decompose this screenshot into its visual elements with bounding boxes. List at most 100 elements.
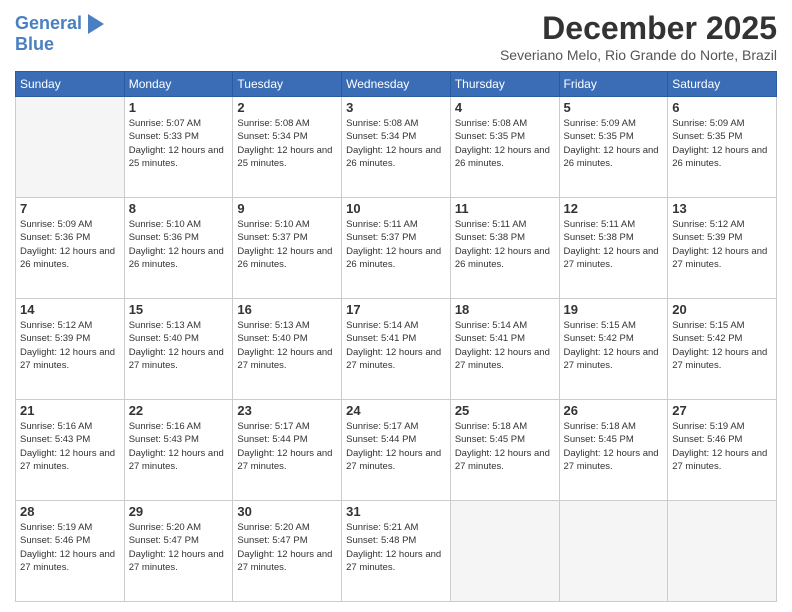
cell-1-1 bbox=[16, 97, 125, 198]
day-number: 11 bbox=[455, 201, 555, 216]
col-wednesday: Wednesday bbox=[342, 72, 451, 97]
cell-3-3: 16Sunrise: 5:13 AMSunset: 5:40 PMDayligh… bbox=[233, 299, 342, 400]
week-row-5: 28 Sunrise: 5:19 AMSunset: 5:46 PMDayligh… bbox=[16, 501, 777, 602]
cell-5-5 bbox=[450, 501, 559, 602]
cell-1-3: 2Sunrise: 5:08 AMSunset: 5:34 PMDaylight… bbox=[233, 97, 342, 198]
day-number: 22 bbox=[129, 403, 229, 418]
cell-5-4: 31Sunrise: 5:21 AMSunset: 5:48 PMDayligh… bbox=[342, 501, 451, 602]
day-info: Sunrise: 5:08 AMSunset: 5:34 PMDaylight:… bbox=[346, 117, 446, 170]
cell-2-1: 7 Sunrise: 5:09 AMSunset: 5:36 PMDaylight… bbox=[16, 198, 125, 299]
cell-2-7: 13 Sunrise: 5:12 AMSunset: 5:39 PMDayligh… bbox=[668, 198, 777, 299]
day-info: Sunrise: 5:07 AMSunset: 5:33 PMDaylight:… bbox=[129, 117, 229, 170]
day-number: 26 bbox=[564, 403, 664, 418]
day-info: Sunrise: 5:18 AMSunset: 5:45 PMDaylight:… bbox=[455, 420, 555, 473]
cell-2-4: 10 Sunrise: 5:11 AMSunset: 5:37 PMDayligh… bbox=[342, 198, 451, 299]
logo-icon bbox=[84, 10, 104, 38]
day-info: Sunrise: 5:09 AMSunset: 5:36 PMDaylight:… bbox=[20, 218, 120, 271]
cell-5-7 bbox=[668, 501, 777, 602]
day-info: Sunrise: 5:11 AMSunset: 5:37 PMDaylight:… bbox=[346, 218, 446, 271]
day-info: Sunrise: 5:15 AMSunset: 5:42 PMDaylight:… bbox=[672, 319, 772, 372]
day-number: 30 bbox=[237, 504, 337, 519]
day-info: Sunrise: 5:14 AMSunset: 5:41 PMDaylight:… bbox=[455, 319, 555, 372]
day-number: 18 bbox=[455, 302, 555, 317]
col-tuesday: Tuesday bbox=[233, 72, 342, 97]
day-info: Sunrise: 5:10 AMSunset: 5:37 PMDaylight:… bbox=[237, 218, 337, 271]
col-thursday: Thursday bbox=[450, 72, 559, 97]
day-number: 27 bbox=[672, 403, 772, 418]
day-number: 20 bbox=[672, 302, 772, 317]
day-info: Sunrise: 5:16 AMSunset: 5:43 PMDaylight:… bbox=[129, 420, 229, 473]
day-info: Sunrise: 5:11 AMSunset: 5:38 PMDaylight:… bbox=[455, 218, 555, 271]
day-number: 24 bbox=[346, 403, 446, 418]
day-info: Sunrise: 5:09 AMSunset: 5:35 PMDaylight:… bbox=[672, 117, 772, 170]
day-number: 4 bbox=[455, 100, 555, 115]
cell-3-7: 20 Sunrise: 5:15 AMSunset: 5:42 PMDayligh… bbox=[668, 299, 777, 400]
logo-text: General bbox=[15, 14, 82, 34]
title-area: December 2025 Severiano Melo, Rio Grande… bbox=[500, 10, 777, 63]
location: Severiano Melo, Rio Grande do Norte, Bra… bbox=[500, 47, 777, 63]
cell-5-6 bbox=[559, 501, 668, 602]
logo: General Blue bbox=[15, 10, 104, 55]
cell-2-6: 12Sunrise: 5:11 AMSunset: 5:38 PMDayligh… bbox=[559, 198, 668, 299]
day-info: Sunrise: 5:18 AMSunset: 5:45 PMDaylight:… bbox=[564, 420, 664, 473]
day-number: 15 bbox=[129, 302, 229, 317]
col-friday: Friday bbox=[559, 72, 668, 97]
week-row-3: 14Sunrise: 5:12 AMSunset: 5:39 PMDayligh… bbox=[16, 299, 777, 400]
day-info: Sunrise: 5:12 AMSunset: 5:39 PMDaylight:… bbox=[672, 218, 772, 271]
day-number: 9 bbox=[237, 201, 337, 216]
day-info: Sunrise: 5:08 AMSunset: 5:35 PMDaylight:… bbox=[455, 117, 555, 170]
week-row-4: 21 Sunrise: 5:16 AMSunset: 5:43 PMDayligh… bbox=[16, 400, 777, 501]
day-info: Sunrise: 5:13 AMSunset: 5:40 PMDaylight:… bbox=[129, 319, 229, 372]
cell-3-6: 19 Sunrise: 5:15 AMSunset: 5:42 PMDayligh… bbox=[559, 299, 668, 400]
day-info: Sunrise: 5:14 AMSunset: 5:41 PMDaylight:… bbox=[346, 319, 446, 372]
cell-3-5: 18 Sunrise: 5:14 AMSunset: 5:41 PMDayligh… bbox=[450, 299, 559, 400]
day-number: 16 bbox=[237, 302, 337, 317]
day-info: Sunrise: 5:16 AMSunset: 5:43 PMDaylight:… bbox=[20, 420, 120, 473]
day-number: 3 bbox=[346, 100, 446, 115]
cell-4-2: 22 Sunrise: 5:16 AMSunset: 5:43 PMDayligh… bbox=[124, 400, 233, 501]
cell-1-6: 5Sunrise: 5:09 AMSunset: 5:35 PMDaylight… bbox=[559, 97, 668, 198]
day-info: Sunrise: 5:10 AMSunset: 5:36 PMDaylight:… bbox=[129, 218, 229, 271]
day-number: 1 bbox=[129, 100, 229, 115]
cell-3-2: 15 Sunrise: 5:13 AMSunset: 5:40 PMDayligh… bbox=[124, 299, 233, 400]
calendar-table: Sunday Monday Tuesday Wednesday Thursday… bbox=[15, 71, 777, 602]
day-number: 5 bbox=[564, 100, 664, 115]
month-title: December 2025 bbox=[500, 10, 777, 47]
day-info: Sunrise: 5:08 AMSunset: 5:34 PMDaylight:… bbox=[237, 117, 337, 170]
day-number: 6 bbox=[672, 100, 772, 115]
day-info: Sunrise: 5:17 AMSunset: 5:44 PMDaylight:… bbox=[237, 420, 337, 473]
day-number: 17 bbox=[346, 302, 446, 317]
day-info: Sunrise: 5:20 AMSunset: 5:47 PMDaylight:… bbox=[237, 521, 337, 574]
day-number: 13 bbox=[672, 201, 772, 216]
cell-1-4: 3 Sunrise: 5:08 AMSunset: 5:34 PMDaylight… bbox=[342, 97, 451, 198]
cell-4-5: 25Sunrise: 5:18 AMSunset: 5:45 PMDayligh… bbox=[450, 400, 559, 501]
day-info: Sunrise: 5:19 AMSunset: 5:46 PMDaylight:… bbox=[20, 521, 120, 574]
day-number: 23 bbox=[237, 403, 337, 418]
cell-2-5: 11 Sunrise: 5:11 AMSunset: 5:38 PMDayligh… bbox=[450, 198, 559, 299]
week-row-1: 1 Sunrise: 5:07 AMSunset: 5:33 PMDaylight… bbox=[16, 97, 777, 198]
day-number: 31 bbox=[346, 504, 446, 519]
cell-4-4: 24Sunrise: 5:17 AMSunset: 5:44 PMDayligh… bbox=[342, 400, 451, 501]
day-info: Sunrise: 5:15 AMSunset: 5:42 PMDaylight:… bbox=[564, 319, 664, 372]
calendar-page: General Blue December 2025 Severiano Mel… bbox=[0, 0, 792, 612]
day-number: 14 bbox=[20, 302, 120, 317]
cell-4-6: 26 Sunrise: 5:18 AMSunset: 5:45 PMDayligh… bbox=[559, 400, 668, 501]
day-number: 7 bbox=[20, 201, 120, 216]
header: General Blue December 2025 Severiano Mel… bbox=[15, 10, 777, 63]
day-number: 29 bbox=[129, 504, 229, 519]
cell-4-7: 27Sunrise: 5:19 AMSunset: 5:46 PMDayligh… bbox=[668, 400, 777, 501]
cell-1-2: 1 Sunrise: 5:07 AMSunset: 5:33 PMDaylight… bbox=[124, 97, 233, 198]
day-number: 28 bbox=[20, 504, 120, 519]
day-info: Sunrise: 5:11 AMSunset: 5:38 PMDaylight:… bbox=[564, 218, 664, 271]
cell-3-4: 17 Sunrise: 5:14 AMSunset: 5:41 PMDayligh… bbox=[342, 299, 451, 400]
day-number: 10 bbox=[346, 201, 446, 216]
col-sunday: Sunday bbox=[16, 72, 125, 97]
day-number: 19 bbox=[564, 302, 664, 317]
col-monday: Monday bbox=[124, 72, 233, 97]
cell-2-2: 8Sunrise: 5:10 AMSunset: 5:36 PMDaylight… bbox=[124, 198, 233, 299]
day-number: 21 bbox=[20, 403, 120, 418]
cell-5-1: 28 Sunrise: 5:19 AMSunset: 5:46 PMDayligh… bbox=[16, 501, 125, 602]
col-saturday: Saturday bbox=[668, 72, 777, 97]
cell-5-2: 29Sunrise: 5:20 AMSunset: 5:47 PMDayligh… bbox=[124, 501, 233, 602]
cell-4-1: 21 Sunrise: 5:16 AMSunset: 5:43 PMDayligh… bbox=[16, 400, 125, 501]
